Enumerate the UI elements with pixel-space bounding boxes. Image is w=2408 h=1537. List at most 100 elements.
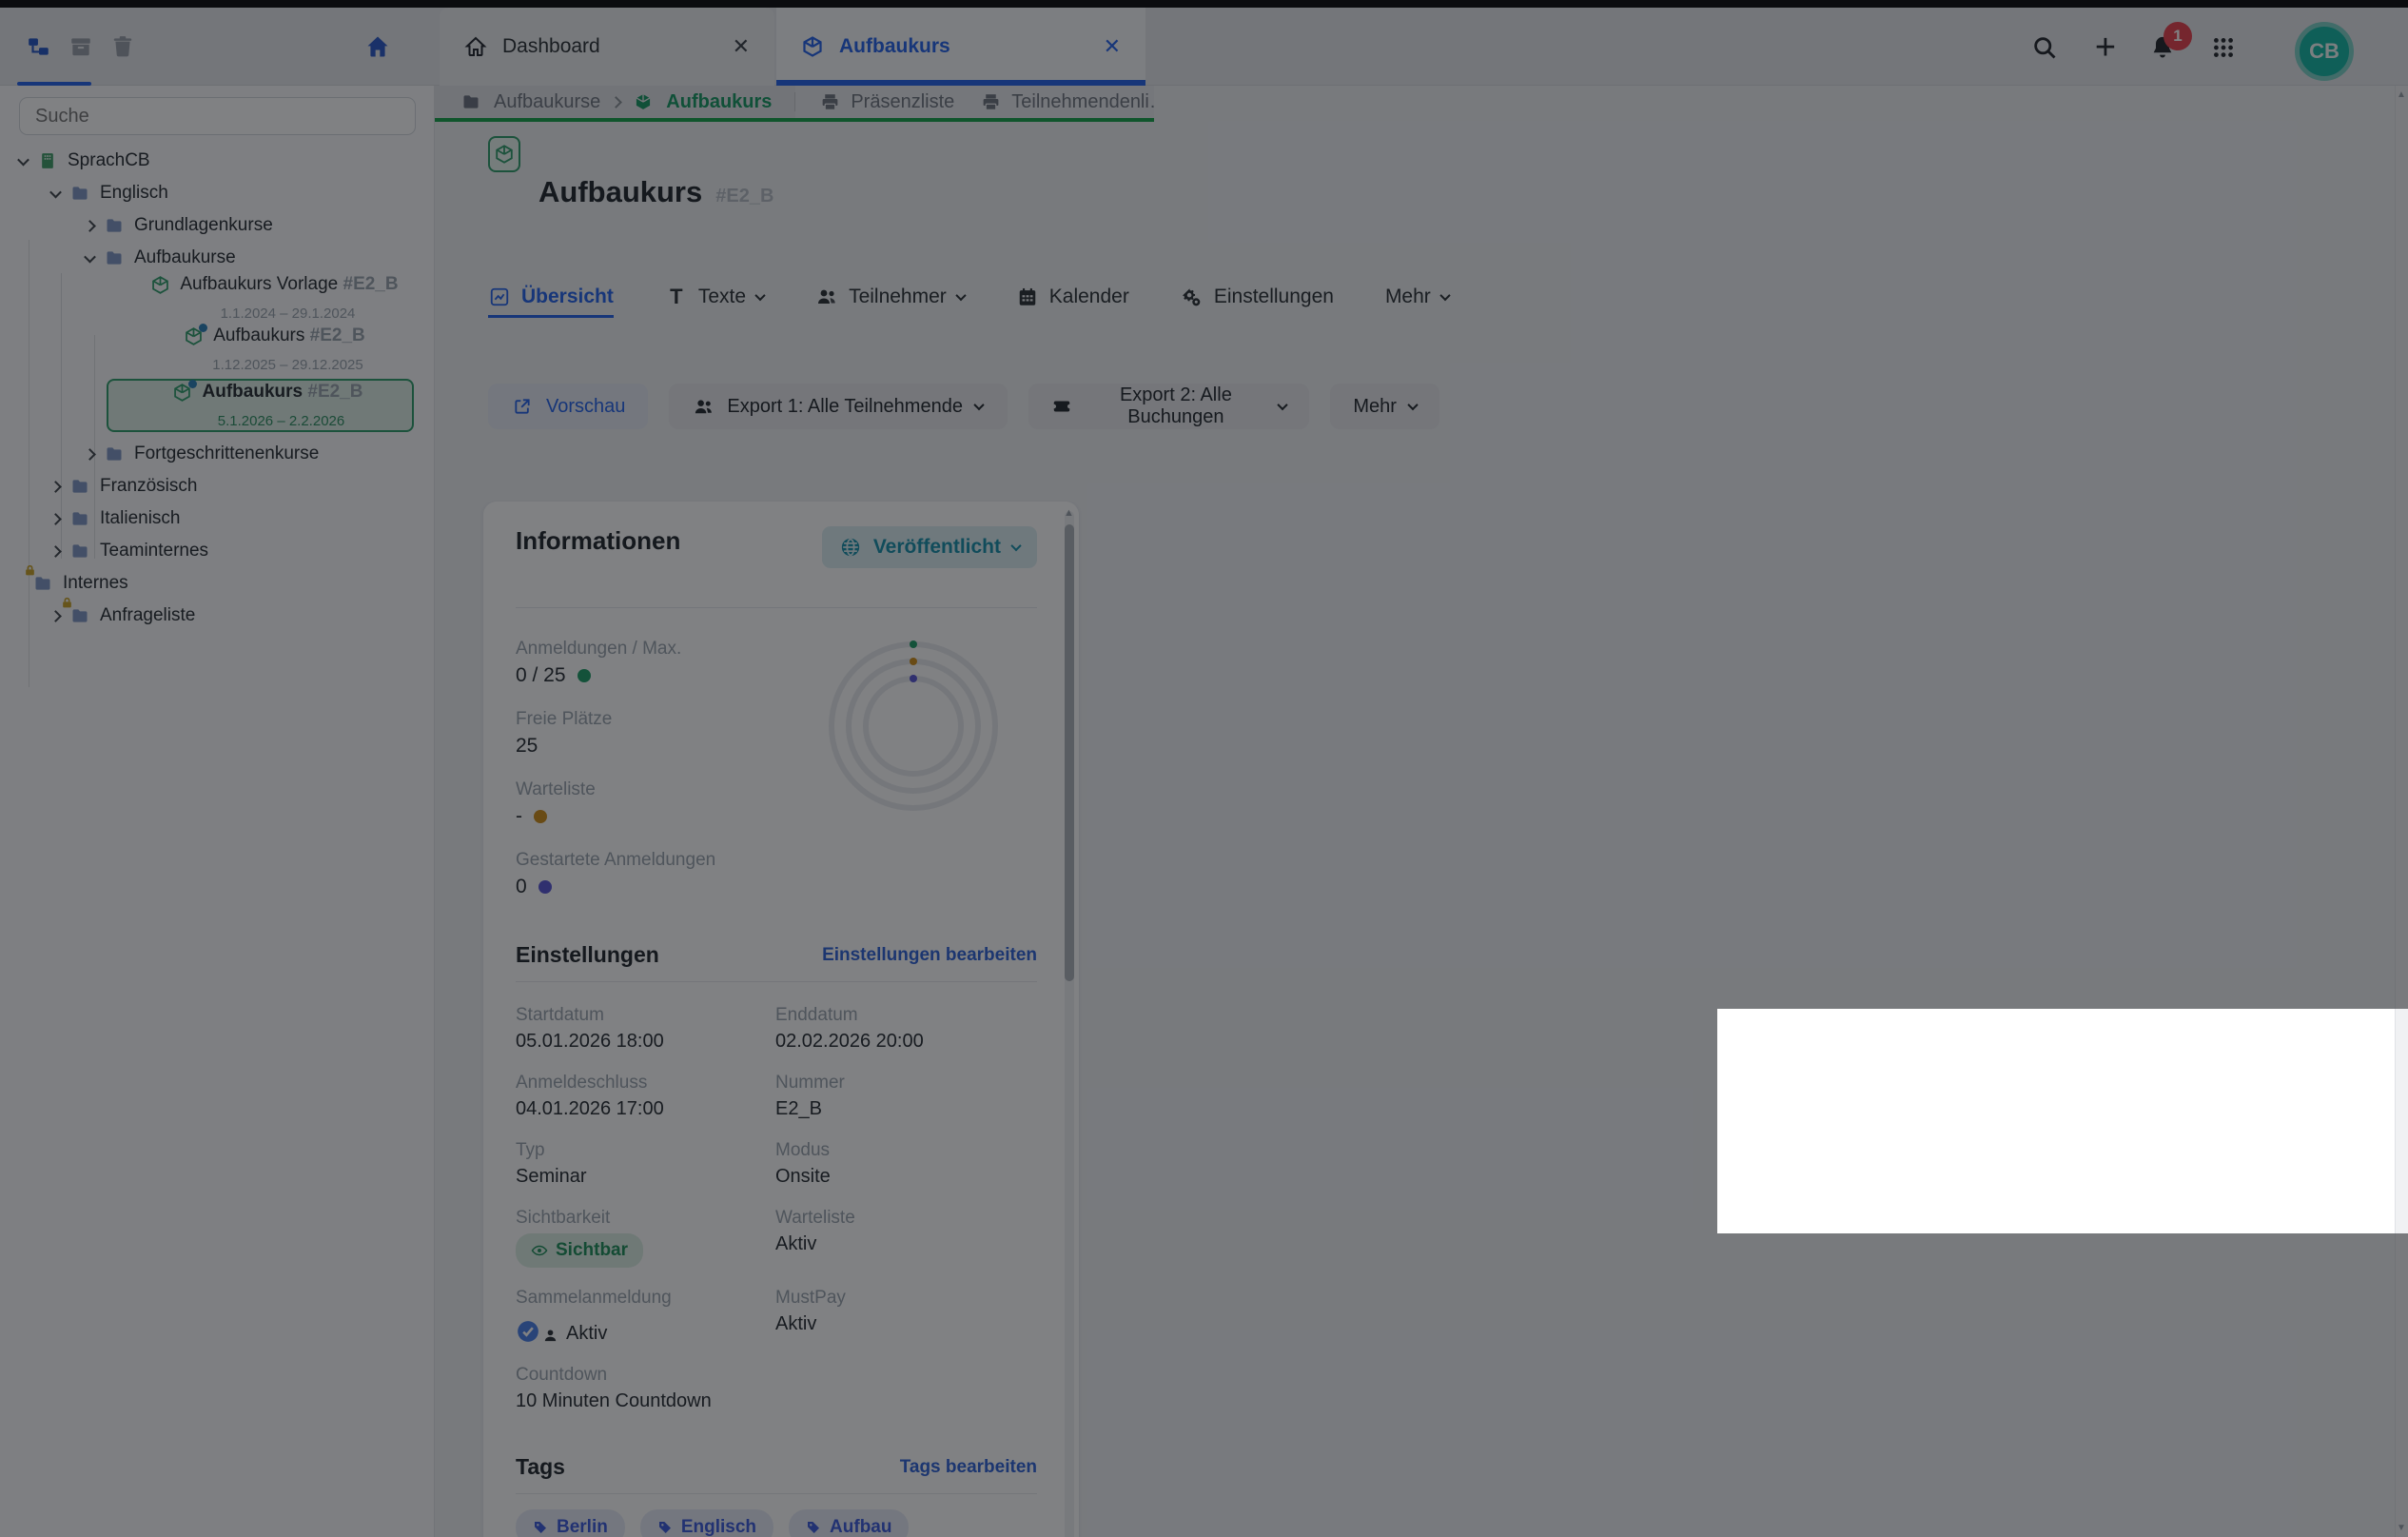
tab-kalender[interactable]: Kalender xyxy=(1016,286,1129,308)
sidebar-icon-row xyxy=(0,8,435,86)
tags-edit-link[interactable]: Tags bearbeiten xyxy=(900,1457,1037,1478)
chevron-down-icon xyxy=(973,400,984,410)
tab-teilnehmer[interactable]: Teilnehmer xyxy=(815,286,965,308)
course-number: #E2_B xyxy=(343,274,399,294)
button-label: Mehr xyxy=(1353,396,1397,418)
tree-item-italienisch[interactable]: Italienisch xyxy=(0,502,435,535)
page-title: Aufbaukurs#E2_B xyxy=(538,175,2408,209)
chevron-right-icon[interactable] xyxy=(84,448,96,461)
publish-status-dropdown[interactable]: Veröffentlicht xyxy=(822,526,1037,568)
close-tab-icon[interactable]: ✕ xyxy=(733,34,750,59)
tag-aufbau[interactable]: Aufbau xyxy=(789,1509,909,1537)
tab-einstellungen[interactable]: Einstellungen xyxy=(1181,286,1334,308)
tree-item-aufbaukurs-2025[interactable]: Aufbaukurs #E2_B 1.12.2025 – 29.12.2025 xyxy=(0,325,435,373)
tree-item-aufbaukurse[interactable]: Aufbaukurse xyxy=(0,242,435,274)
tool-teilnehmendenliste[interactable]: Teilnehmendenli… xyxy=(979,90,1154,113)
tab-uebersicht[interactable]: Übersicht xyxy=(488,286,614,308)
browser-tab-dashboard[interactable]: Dashboard ✕ xyxy=(440,8,774,86)
tree-view-icon[interactable] xyxy=(23,30,55,63)
eye-icon xyxy=(531,1242,548,1259)
tab-texte[interactable]: T Texte xyxy=(665,286,764,308)
search-input[interactable] xyxy=(19,97,416,135)
user-avatar[interactable]: CB xyxy=(2295,22,2354,81)
tree-item-grundlagenkurse[interactable]: Grundlagenkurse xyxy=(0,209,435,242)
close-tab-icon[interactable]: ✕ xyxy=(1104,34,1121,59)
search-icon[interactable] xyxy=(2028,31,2061,64)
notifications-bell-icon[interactable]: 1 xyxy=(2146,31,2179,64)
chevron-right-icon[interactable] xyxy=(49,513,62,525)
cube-icon xyxy=(632,90,655,113)
field-value: Aktiv xyxy=(566,1323,607,1345)
tag-englisch[interactable]: Englisch xyxy=(640,1509,773,1537)
building-icon xyxy=(36,149,59,172)
cube-dot-icon xyxy=(182,325,205,348)
action-buttons: Vorschau Export 1: Alle Teilnehmende Exp… xyxy=(488,384,2408,429)
settings-header: Einstellungen Einstellungen bearbeiten xyxy=(516,942,1037,968)
chevron-down-icon xyxy=(955,290,966,301)
tree-item-aufbaukurs-2026-selected[interactable]: Aufbaukurs #E2_B 5.1.2026 – 2.2.2026 xyxy=(107,379,414,432)
tree-item-fortgeschrittenenkurse[interactable]: Fortgeschrittenenkurse xyxy=(0,438,435,470)
chevron-right-icon[interactable] xyxy=(49,481,62,493)
browser-tab-aufbaukurs[interactable]: Aufbaukurs ✕ xyxy=(776,8,1145,86)
overview-icon xyxy=(488,286,511,308)
export2-button[interactable]: Export 2: Alle Buchungen xyxy=(1028,384,1309,429)
field-label: Typ xyxy=(516,1140,775,1161)
tree-label: Aufbaukurse xyxy=(134,247,236,268)
app-window: Dashboard ✕ Aufbaukurs ✕ + 1 CB Au xyxy=(0,0,2408,1537)
tree-item-franzoesisch[interactable]: Französisch xyxy=(0,470,435,502)
trash-icon[interactable] xyxy=(107,30,139,63)
tree-label: Aufbaukurs xyxy=(213,325,304,345)
archive-icon[interactable] xyxy=(65,30,97,63)
tag-icon xyxy=(806,1520,821,1535)
scroll-up-arrow[interactable]: ▲ xyxy=(1064,507,1074,519)
chevron-right-icon[interactable] xyxy=(84,220,96,232)
home-icon[interactable] xyxy=(362,30,394,63)
course-number: #E2_B xyxy=(307,382,362,402)
tree-label: Internes xyxy=(63,573,128,594)
button-label: Export 2: Alle Buchungen xyxy=(1085,384,1266,428)
scrollbar-thumb[interactable] xyxy=(1065,524,1074,981)
tree-item-aufbaukurs-vorlage[interactable]: Aufbaukurs Vorlage #E2_B 1.1.2024 – 29.1… xyxy=(0,274,435,322)
vorschau-button[interactable]: Vorschau xyxy=(488,384,648,429)
printer-icon xyxy=(979,90,1002,113)
tree-item-anfrageliste[interactable]: Anfrageliste xyxy=(0,600,435,632)
breadcrumb-course[interactable]: Aufbaukurs xyxy=(666,91,772,113)
tool-praesenzliste[interactable]: Präsenzliste xyxy=(818,90,954,113)
section-title: Einstellungen xyxy=(516,942,659,968)
tags-header: Tags Tags bearbeiten xyxy=(516,1454,1037,1480)
tab-mehr[interactable]: Mehr xyxy=(1385,286,1449,308)
scroll-up-arrow[interactable]: ▲ xyxy=(2397,89,2406,100)
lock-icon xyxy=(61,597,73,609)
tab-label: Mehr xyxy=(1385,286,1431,308)
tree-item-englisch[interactable]: Englisch xyxy=(0,177,435,209)
scroll-down-arrow[interactable]: ▼ xyxy=(2397,1523,2406,1533)
tag-label: Englisch xyxy=(681,1517,756,1537)
field-label: MustPay xyxy=(775,1288,1035,1309)
chevron-down-icon[interactable] xyxy=(17,153,29,166)
chevron-down-icon[interactable] xyxy=(49,186,62,198)
folder-icon xyxy=(69,507,91,530)
course-dates: 1.12.2025 – 29.12.2025 xyxy=(184,357,362,374)
chevron-down-icon[interactable] xyxy=(84,250,96,263)
chevron-down-icon xyxy=(1010,541,1021,551)
breadcrumb-folder[interactable]: Aufbaukurse xyxy=(494,91,600,113)
field-label: Countdown xyxy=(516,1365,712,1386)
panel-vertical-scrollbar[interactable]: ▲ ▼ xyxy=(1065,511,1074,1537)
mehr-button[interactable]: Mehr xyxy=(1330,384,1439,429)
home-tab-icon xyxy=(464,35,487,58)
status-label: Veröffentlicht xyxy=(873,536,1001,559)
breadcrumb-separator-icon xyxy=(610,96,622,108)
chevron-right-icon[interactable] xyxy=(49,545,62,558)
export1-button[interactable]: Export 1: Alle Teilnehmende xyxy=(669,384,1008,429)
apps-grid-icon[interactable] xyxy=(2207,31,2240,64)
settings-edit-link[interactable]: Einstellungen bearbeiten xyxy=(822,945,1037,966)
tree-item-internes[interactable]: Internes xyxy=(0,567,435,600)
tree-item-sprachcb[interactable]: SprachCB xyxy=(0,145,435,177)
chevron-right-icon[interactable] xyxy=(49,610,62,622)
add-icon[interactable]: + xyxy=(2089,31,2122,64)
tab-label: Übersicht xyxy=(521,286,614,308)
amber-dot-icon xyxy=(534,810,547,823)
tag-icon xyxy=(533,1520,548,1535)
tag-berlin[interactable]: Berlin xyxy=(516,1509,625,1537)
tree-item-teaminternes[interactable]: Teaminternes xyxy=(0,535,435,567)
